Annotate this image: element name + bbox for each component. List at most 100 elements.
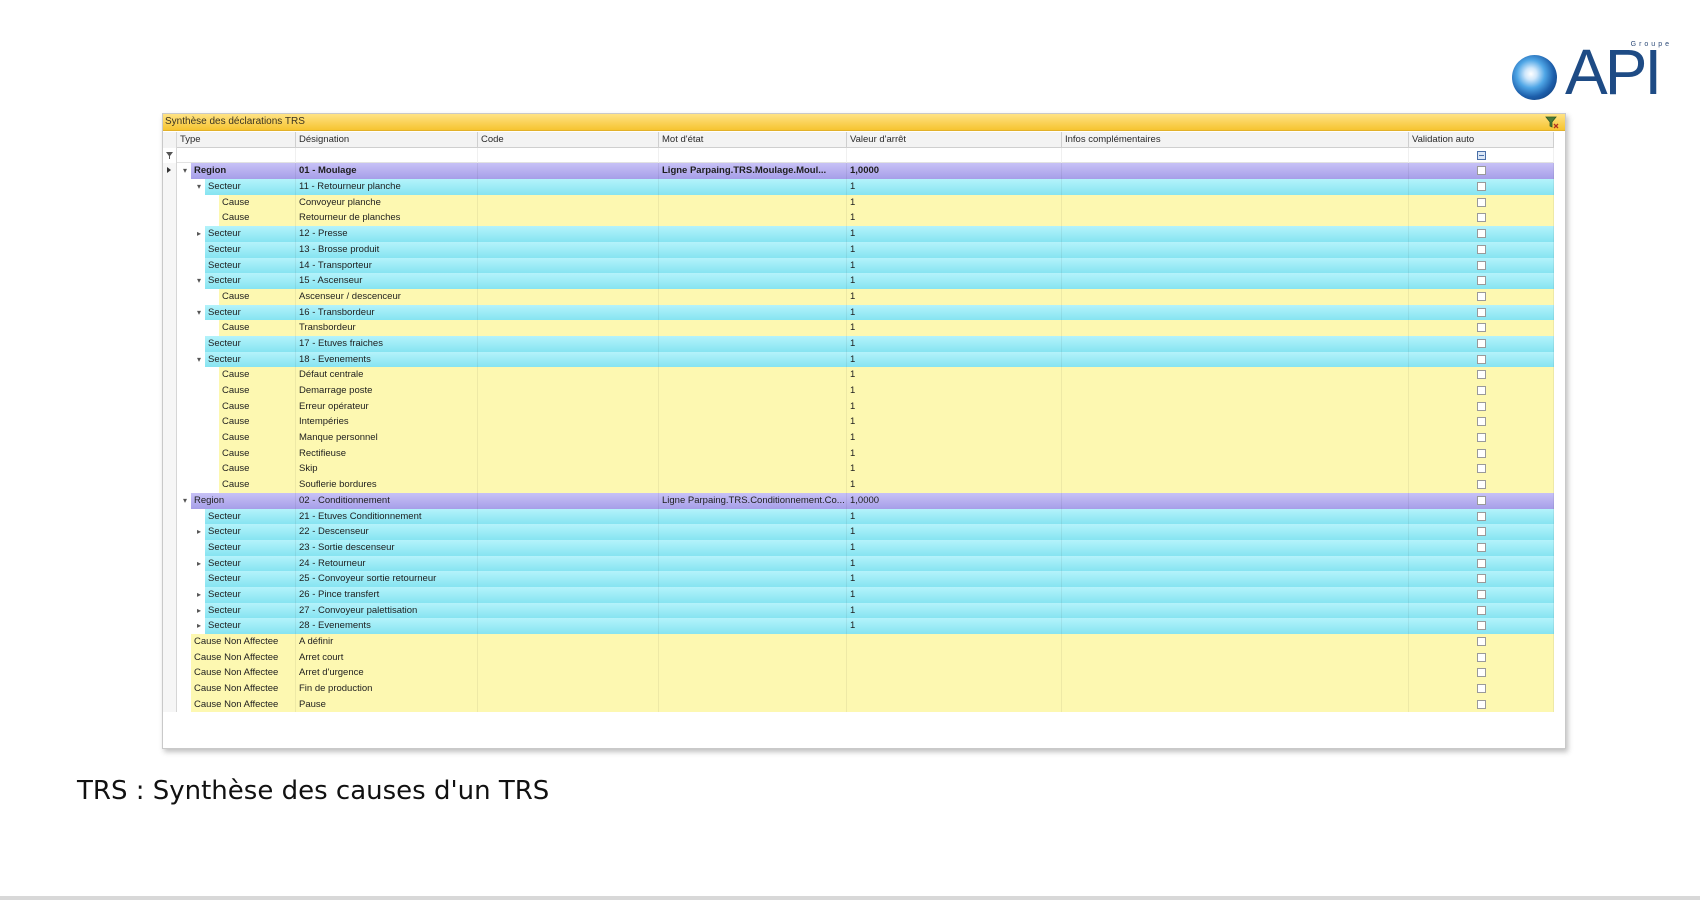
cell-mot-etat[interactable] <box>659 555 847 572</box>
cell-mot-etat[interactable] <box>659 257 847 274</box>
cell-type[interactable]: Secteur <box>205 571 296 587</box>
cell-valeur-arret[interactable]: 1 <box>847 430 1062 446</box>
cell-designation[interactable]: Retourneur de planches <box>296 210 478 227</box>
cell-validation-auto[interactable] <box>1409 571 1554 587</box>
cell-mot-etat[interactable] <box>659 477 847 493</box>
cell-type[interactable]: Cause <box>219 367 296 383</box>
cell-validation-auto[interactable] <box>1409 649 1554 666</box>
row-selector[interactable] <box>163 618 177 634</box>
cell-type[interactable]: Secteur <box>205 555 296 572</box>
cell-code[interactable] <box>478 555 659 572</box>
cell-infos[interactable] <box>1062 414 1409 431</box>
cell-code[interactable] <box>478 273 659 289</box>
validation-auto-checkbox[interactable] <box>1477 589 1486 599</box>
cell-mot-etat[interactable] <box>659 304 847 321</box>
cell-type[interactable]: Secteur <box>205 335 296 352</box>
cell-valeur-arret[interactable]: 1 <box>847 555 1062 572</box>
collapse-chevron-icon[interactable]: ▾ <box>178 163 192 179</box>
filter-cell-validation[interactable] <box>1409 147 1554 164</box>
cell-mot-etat[interactable] <box>659 367 847 383</box>
cell-valeur-arret[interactable]: 1 <box>847 179 1062 195</box>
row-selector[interactable] <box>163 430 177 446</box>
expand-chevron-icon[interactable]: ▸ <box>192 226 206 242</box>
cell-code[interactable] <box>478 492 659 509</box>
cell-designation[interactable]: 17 - Etuves fraiches <box>296 335 478 352</box>
cell-mot-etat[interactable] <box>659 461 847 478</box>
cell-type[interactable]: Secteur <box>205 304 296 321</box>
cell-code[interactable] <box>478 634 659 650</box>
cell-designation[interactable]: Demarrage poste <box>296 383 478 399</box>
cell-validation-auto[interactable] <box>1409 477 1554 493</box>
validation-auto-checkbox[interactable] <box>1477 495 1486 505</box>
cell-type[interactable]: Secteur <box>205 241 296 258</box>
cell-mot-etat[interactable] <box>659 398 847 415</box>
cell-mot-etat[interactable] <box>659 634 847 650</box>
cell-designation[interactable]: Arret court <box>296 649 478 666</box>
cell-mot-etat[interactable] <box>659 430 847 446</box>
cell-code[interactable] <box>478 179 659 195</box>
row-selector[interactable] <box>163 602 177 619</box>
cell-valeur-arret[interactable] <box>847 665 1062 682</box>
cell-type[interactable]: Cause <box>219 320 296 336</box>
cell-type[interactable]: Region <box>191 163 296 180</box>
cell-code[interactable] <box>478 194 659 211</box>
cell-type[interactable]: Secteur <box>205 508 296 525</box>
cell-valeur-arret[interactable]: 1 <box>847 602 1062 619</box>
cell-type[interactable]: Secteur <box>205 179 296 195</box>
cell-designation[interactable]: 18 - Evenements <box>296 351 478 368</box>
validation-auto-checkbox[interactable] <box>1477 527 1486 537</box>
validation-auto-checkbox[interactable] <box>1477 433 1486 443</box>
cell-code[interactable] <box>478 304 659 321</box>
cell-designation[interactable]: 13 - Brosse produit <box>296 241 478 258</box>
secteur-row[interactable]: Secteur 25 - Convoyeur sortie retourneur 1 <box>163 571 1565 587</box>
cell-type[interactable]: Secteur <box>205 586 296 603</box>
cell-code[interactable] <box>478 445 659 462</box>
cell-validation-auto[interactable] <box>1409 320 1554 336</box>
cell-validation-auto[interactable] <box>1409 210 1554 227</box>
cell-validation-auto[interactable] <box>1409 383 1554 399</box>
cell-infos[interactable] <box>1062 508 1409 525</box>
cell-valeur-arret[interactable]: 1 <box>847 586 1062 603</box>
cell-valeur-arret[interactable]: 1 <box>847 351 1062 368</box>
cell-infos[interactable] <box>1062 179 1409 195</box>
cell-valeur-arret[interactable]: 1 <box>847 445 1062 462</box>
cell-infos[interactable] <box>1062 524 1409 540</box>
cell-infos[interactable] <box>1062 681 1409 697</box>
cell-mot-etat[interactable]: Ligne Parpaing.TRS.Conditionnement.Co... <box>659 492 847 509</box>
cause-non-affectee-row[interactable]: Cause Non Affectee Pause <box>163 696 1565 713</box>
cell-mot-etat[interactable] <box>659 288 847 305</box>
cell-type[interactable]: Cause <box>219 288 296 305</box>
cell-mot-etat[interactable] <box>659 320 847 336</box>
cell-type[interactable]: Cause Non Affectee <box>191 681 296 697</box>
cell-type[interactable]: Cause <box>219 414 296 431</box>
cell-mot-etat[interactable] <box>659 383 847 399</box>
cell-type[interactable]: Secteur <box>205 273 296 289</box>
cell-infos[interactable] <box>1062 241 1409 258</box>
cell-infos[interactable] <box>1062 696 1409 713</box>
collapse-chevron-icon[interactable]: ▾ <box>192 305 206 321</box>
cell-designation[interactable]: 24 - Retourneur <box>296 555 478 572</box>
cell-validation-auto[interactable] <box>1409 665 1554 682</box>
cause-row[interactable]: Cause Transbordeur 1 <box>163 320 1565 336</box>
validation-auto-checkbox[interactable] <box>1477 684 1486 694</box>
cell-code[interactable] <box>478 696 659 713</box>
filter-cell-valeur[interactable] <box>847 147 1062 164</box>
cell-infos[interactable] <box>1062 586 1409 603</box>
validation-auto-checkbox[interactable] <box>1477 511 1486 521</box>
cell-infos[interactable] <box>1062 210 1409 227</box>
cell-validation-auto[interactable] <box>1409 681 1554 697</box>
validation-auto-checkbox[interactable] <box>1477 370 1486 380</box>
row-selector[interactable] <box>163 383 177 399</box>
validation-auto-checkbox[interactable] <box>1477 213 1486 223</box>
cell-valeur-arret[interactable]: 1 <box>847 414 1062 431</box>
cell-valeur-arret[interactable]: 1 <box>847 288 1062 305</box>
secteur-row[interactable]: ▸ Secteur 24 - Retourneur 1 <box>163 555 1565 572</box>
cause-row[interactable]: Cause Skip 1 <box>163 461 1565 478</box>
cause-row[interactable]: Cause Intempéries 1 <box>163 414 1565 431</box>
row-selector[interactable] <box>163 241 177 258</box>
collapse-chevron-icon[interactable]: ▾ <box>192 352 206 368</box>
cell-validation-auto[interactable] <box>1409 430 1554 446</box>
cell-type[interactable]: Cause <box>219 445 296 462</box>
region-row[interactable]: ▾ Region 01 - Moulage Ligne Parpaing.TRS.Mo… <box>163 163 1565 180</box>
cell-validation-auto[interactable] <box>1409 351 1554 368</box>
